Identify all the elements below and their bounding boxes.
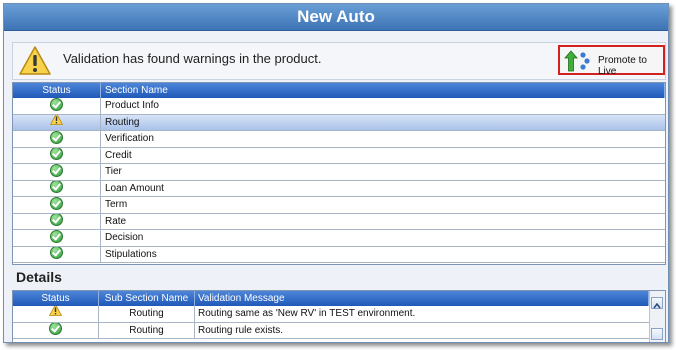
status-cell [13,306,99,322]
details-grid: Status Sub Section Name Validation Messa… [12,290,666,342]
new-auto-window: New Auto Validation has found warnings i… [3,3,669,343]
section-name-cell: Rate [105,215,127,227]
scroll-up-button[interactable] [651,297,663,309]
details-scrollbar[interactable] [649,291,665,342]
check-icon [50,131,63,144]
check-icon [50,197,63,210]
promote-arrow-icon [564,50,592,77]
details-header: Status Sub Section Name Validation Messa… [13,291,649,306]
section-row[interactable]: Routing [13,114,665,131]
header-validation-message[interactable]: Validation Message [195,291,649,306]
check-icon [50,230,63,243]
check-icon [49,322,62,336]
window-title: New Auto [297,7,375,26]
check-icon [50,164,63,177]
promote-label: Promote to Live [598,55,647,77]
title-bar: New Auto [4,4,668,31]
sections-grid: Status Section Name Product Info Routing V… [12,82,666,265]
status-cell [13,114,101,130]
detail-row[interactable]: Routing Routing same as 'New RV' in TEST … [13,306,649,323]
header-details-status[interactable]: Status [13,291,99,306]
check-icon [50,98,63,111]
section-row[interactable]: Verification [13,131,665,148]
section-row[interactable]: Product Info [13,98,665,115]
header-status[interactable]: Status [13,83,101,98]
promote-to-live-button[interactable]: Promote to Live [558,45,665,77]
details-heading: Details [16,269,62,285]
section-name-cell: Product Info [105,100,159,111]
status-cell [13,147,101,163]
detail-row[interactable]: Routing Routing rule exists. [13,322,649,339]
check-icon [50,147,63,161]
sub-section-cell: Routing [99,322,195,338]
section-name-cell: Decision [105,232,144,243]
section-row[interactable]: Decision [13,230,665,247]
scroll-thumb[interactable] [651,328,663,340]
status-cell [13,164,101,180]
section-row[interactable]: Loan Amount [13,180,665,197]
section-row[interactable]: Term [13,197,665,214]
section-row[interactable]: Stipulations [13,246,665,263]
check-icon [50,213,63,227]
section-name-cell: Credit [105,149,132,161]
status-cell [13,213,101,229]
header-sub-section[interactable]: Sub Section Name [99,291,195,306]
status-cell [13,98,101,114]
section-name-cell: Stipulations [105,248,157,260]
status-cell [13,180,101,196]
chevron-up-icon [653,302,661,309]
status-cell [13,197,101,213]
sub-section-cell: Routing [99,306,195,322]
warning-icon [48,306,63,321]
status-cell [13,246,101,262]
check-icon [50,180,63,194]
section-name-cell: Routing [105,116,140,128]
status-cell [13,230,101,246]
check-icon [50,246,63,260]
warning-icon [19,46,51,81]
status-cell [13,131,101,147]
validation-message: Validation has found warnings in the pro… [63,51,322,66]
validation-warning-bar: Validation has found warnings in the pro… [12,42,666,80]
status-cell [13,322,99,338]
section-name-cell: Verification [105,133,154,144]
validation-message-cell: Routing rule exists. [198,324,284,336]
section-name-cell: Tier [105,166,122,177]
warning-icon [49,114,64,130]
section-row[interactable]: Credit [13,147,665,164]
header-section-name[interactable]: Section Name [101,83,665,98]
section-name-cell: Loan Amount [105,182,164,194]
sections-header: Status Section Name [13,83,665,98]
section-row[interactable]: Rate [13,213,665,230]
section-row[interactable]: Tier [13,164,665,181]
validation-message-cell: Routing same as 'New RV' in TEST environ… [198,308,416,319]
section-name-cell: Term [105,199,128,210]
